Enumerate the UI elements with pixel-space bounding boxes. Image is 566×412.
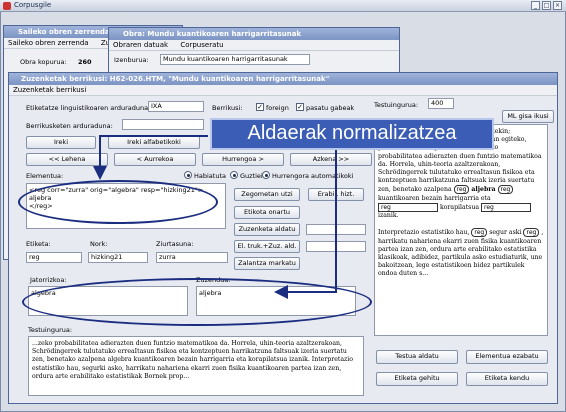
- arrow-to-elementua: [93, 135, 208, 180]
- arrow-to-zuzendua: [274, 146, 337, 299]
- annotation-arrows: [93, 135, 337, 299]
- callout-label: Aldaerak normalizatzea: [210, 118, 494, 150]
